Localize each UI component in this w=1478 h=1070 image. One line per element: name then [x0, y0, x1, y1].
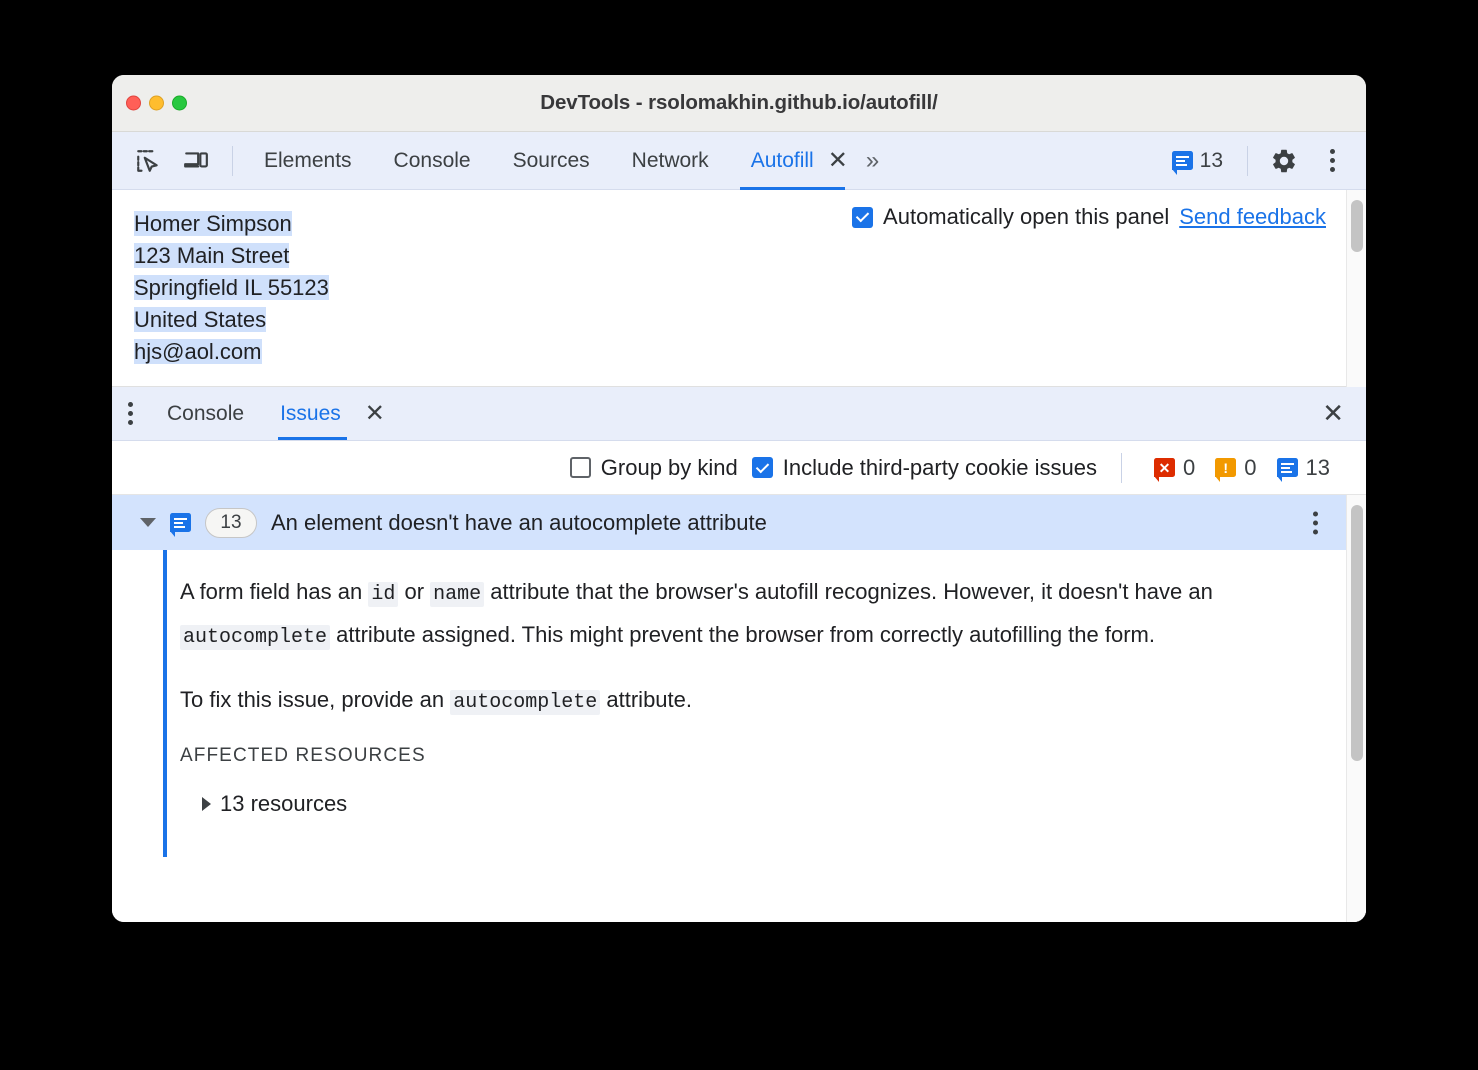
- error-count-label: 0: [1183, 454, 1196, 480]
- p1-text-1: A form field has an: [180, 579, 369, 604]
- close-autofill-tab-icon[interactable]: ✕: [822, 148, 854, 173]
- auto-open-panel-label: Automatically open this panel: [883, 204, 1170, 229]
- toolbar-divider-right: [1247, 145, 1248, 176]
- issues-list: 13 An element doesn't have an autocomple…: [112, 495, 1366, 922]
- issues-filter-toolbar: Group by kind Include third-party cookie…: [112, 441, 1366, 495]
- issue-row-header[interactable]: 13 An element doesn't have an autocomple…: [112, 495, 1366, 550]
- drawer-tab-issues-group: Issues ✕: [262, 387, 391, 440]
- p1-text-4: attribute assigned. This might prevent t…: [330, 622, 1155, 647]
- tab-sources[interactable]: Sources: [492, 132, 611, 190]
- issues-scrollbar-track[interactable]: [1346, 495, 1366, 922]
- group-by-kind-checkbox[interactable]: [569, 457, 591, 478]
- group-by-kind-label: Group by kind: [600, 454, 738, 480]
- affected-resources-label: AFFECTED RESOURCES: [180, 745, 426, 766]
- issue-paragraph-1: A form field has an id or name attribute…: [180, 572, 1270, 658]
- issues-toolbar-divider: [1121, 452, 1123, 483]
- address-line-5: hjs@aol.com: [134, 339, 262, 364]
- p2-text-2: attribute.: [600, 687, 692, 712]
- send-feedback-link[interactable]: Send feedback: [1179, 204, 1326, 230]
- address-line-1: Homer Simpson: [134, 211, 292, 236]
- p2-code-1: autocomplete: [450, 690, 601, 715]
- expand-collapse-caret-icon[interactable]: [140, 518, 156, 527]
- window-title: DevTools - rsolomakhin.github.io/autofil…: [540, 91, 938, 114]
- toolbar-left-icons: [112, 139, 243, 183]
- window-title-bar: DevTools - rsolomakhin.github.io/autofil…: [112, 75, 1366, 132]
- issue-menu-icon[interactable]: [1313, 511, 1318, 534]
- p1-text-2: or: [398, 579, 431, 604]
- drawer-tab-console[interactable]: Console: [149, 387, 262, 440]
- kebab-menu-icon[interactable]: [1310, 139, 1354, 183]
- kebab-dots: [1329, 149, 1335, 172]
- autofill-scrollbar-track[interactable]: [1346, 190, 1366, 387]
- autofill-panel-controls: Automatically open this panel Send feedb…: [732, 204, 1326, 230]
- tab-console[interactable]: Console: [373, 132, 492, 190]
- issue-count-badge: 13: [205, 507, 257, 538]
- tab-network[interactable]: Network: [611, 132, 730, 190]
- issue-counts: ✕ 0 ! 0 13: [1146, 454, 1338, 482]
- issue-info-icon: [170, 513, 191, 537]
- third-party-cookies-label: Include third-party cookie issues: [782, 454, 1098, 480]
- devtools-window: DevTools - rsolomakhin.github.io/autofil…: [112, 75, 1366, 922]
- info-count[interactable]: 13: [1269, 454, 1338, 482]
- toolbar-right-icons: 13: [1162, 139, 1366, 183]
- error-bubble-icon: ✕: [1154, 458, 1176, 482]
- third-party-cookies-checkbox[interactable]: [751, 457, 773, 478]
- p1-code-1: id: [368, 582, 399, 607]
- close-drawer-icon[interactable]: ✕: [1322, 398, 1366, 429]
- error-count[interactable]: ✕ 0: [1146, 454, 1203, 482]
- gear-icon[interactable]: [1262, 139, 1306, 183]
- info-bubble-icon: [1171, 151, 1193, 175]
- toolbar-divider: [232, 145, 233, 176]
- resources-caret-icon[interactable]: [202, 797, 211, 811]
- issues-scrollbar-thumb[interactable]: [1351, 505, 1363, 761]
- more-tabs-icon[interactable]: »: [854, 147, 891, 175]
- resources-count-label: 13 resources: [220, 791, 348, 816]
- drawer-tab-bar: Console Issues ✕ ✕: [112, 387, 1366, 441]
- devtools-main-toolbar: Elements Console Sources Network Autofil…: [112, 132, 1366, 190]
- autofill-address-block: Homer Simpson 123 Main Street Springfiel…: [112, 190, 329, 386]
- drawer-tab-issues[interactable]: Issues: [262, 387, 359, 440]
- device-toolbar-icon[interactable]: [174, 139, 218, 183]
- tab-elements[interactable]: Elements: [243, 132, 373, 190]
- address-line-4: United States: [134, 307, 267, 332]
- autofill-panel: Homer Simpson 123 Main Street Springfiel…: [112, 190, 1366, 387]
- issue-kebab-dots: [1313, 511, 1318, 534]
- p1-code-2: name: [430, 582, 485, 607]
- devtools-drawer: Console Issues ✕ ✕ Group by kind Include…: [112, 387, 1366, 922]
- warning-bubble-icon: !: [1215, 458, 1237, 482]
- issue-detail: A form field has an id or name attribute…: [112, 550, 1366, 857]
- info-count-bubble-icon: [1276, 458, 1298, 482]
- group-by-kind-control[interactable]: Group by kind: [569, 454, 738, 481]
- affected-resources-toggle[interactable]: 13 resources: [180, 791, 1326, 817]
- p1-text-3: attribute that the browser's autofill re…: [484, 579, 1213, 604]
- issues-count-button[interactable]: 13: [1162, 148, 1233, 175]
- drawer-menu-icon[interactable]: [112, 402, 149, 425]
- tab-autofill[interactable]: Autofill: [730, 132, 822, 190]
- warning-count-label: 0: [1244, 454, 1257, 480]
- third-party-cookies-control[interactable]: Include third-party cookie issues: [751, 454, 1098, 481]
- inspect-element-icon[interactable]: [126, 139, 170, 183]
- close-issues-tab-icon[interactable]: ✕: [359, 401, 391, 426]
- autofill-scrollbar-thumb[interactable]: [1351, 200, 1363, 252]
- auto-open-panel-checkbox[interactable]: [852, 206, 874, 228]
- p1-code-3: autocomplete: [180, 625, 331, 650]
- address-line-2: 123 Main Street: [134, 243, 290, 268]
- p2-text-1: To fix this issue, provide an: [180, 687, 451, 712]
- info-count-label: 13: [1305, 454, 1330, 480]
- warning-count[interactable]: ! 0: [1207, 454, 1264, 482]
- issues-count-label: 13: [1199, 148, 1223, 172]
- tab-autofill-group: Autofill ✕ »: [730, 132, 892, 190]
- issue-paragraph-2: To fix this issue, provide an autocomple…: [180, 680, 1270, 723]
- issue-title: An element doesn't have an autocomplete …: [271, 509, 767, 535]
- address-line-3: Springfield IL 55123: [134, 275, 329, 300]
